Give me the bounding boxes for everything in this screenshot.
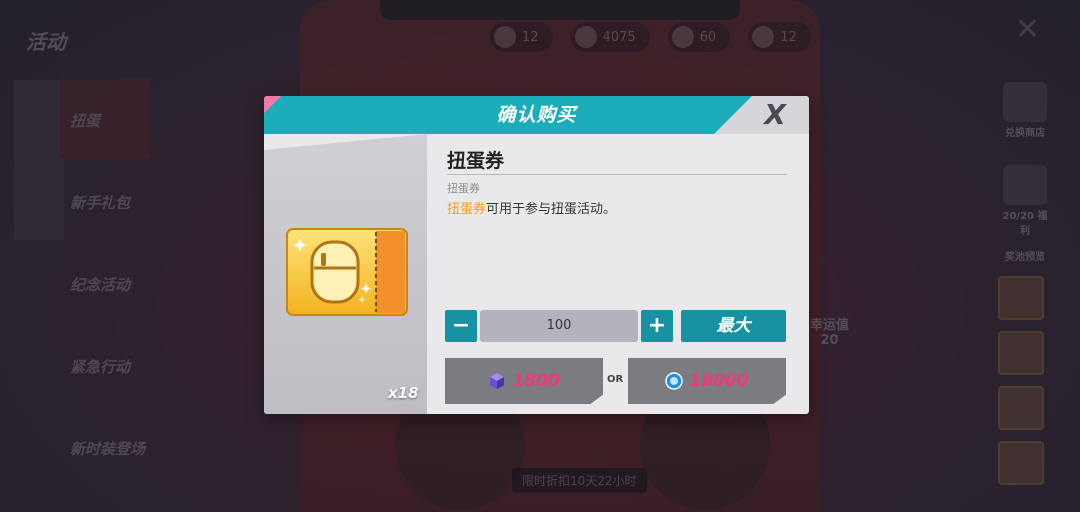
price-gem: 18000 (689, 371, 749, 391)
item-owned-count: x18 (388, 384, 419, 402)
item-name: 扭蛋券 (447, 150, 505, 172)
item-type: 扭蛋券 (447, 182, 480, 195)
dialog-title: 确认购买 (496, 104, 577, 126)
quantity-input[interactable]: 100 (480, 310, 638, 342)
buy-with-gem-button[interactable]: 18000 (628, 358, 786, 404)
dialog-header: 确认购买 X (264, 96, 809, 134)
blue-gem-icon (665, 372, 684, 390)
or-separator: OR (607, 374, 624, 385)
buy-with-cube-button[interactable]: 1800 (445, 358, 603, 404)
purchase-confirm-dialog: 确认购买 X x18 扭蛋券 扭蛋券 扭蛋券可用于参与扭蛋活动。 − 100 +… (264, 96, 809, 414)
price-cube: 1800 (512, 371, 560, 391)
item-description: 扭蛋券可用于参与扭蛋活动。 (447, 198, 616, 217)
description-text: 可用于参与扭蛋活动。 (486, 202, 617, 217)
divider (447, 174, 787, 175)
gacha-ticket-icon (286, 228, 408, 316)
max-quantity-button[interactable]: 最大 (681, 310, 786, 342)
purple-cube-icon (490, 373, 505, 389)
quantity-increase-button[interactable]: + (641, 310, 673, 342)
description-highlight: 扭蛋券 (447, 202, 487, 217)
close-button[interactable]: X (755, 98, 795, 132)
quantity-decrease-button[interactable]: − (445, 310, 477, 342)
